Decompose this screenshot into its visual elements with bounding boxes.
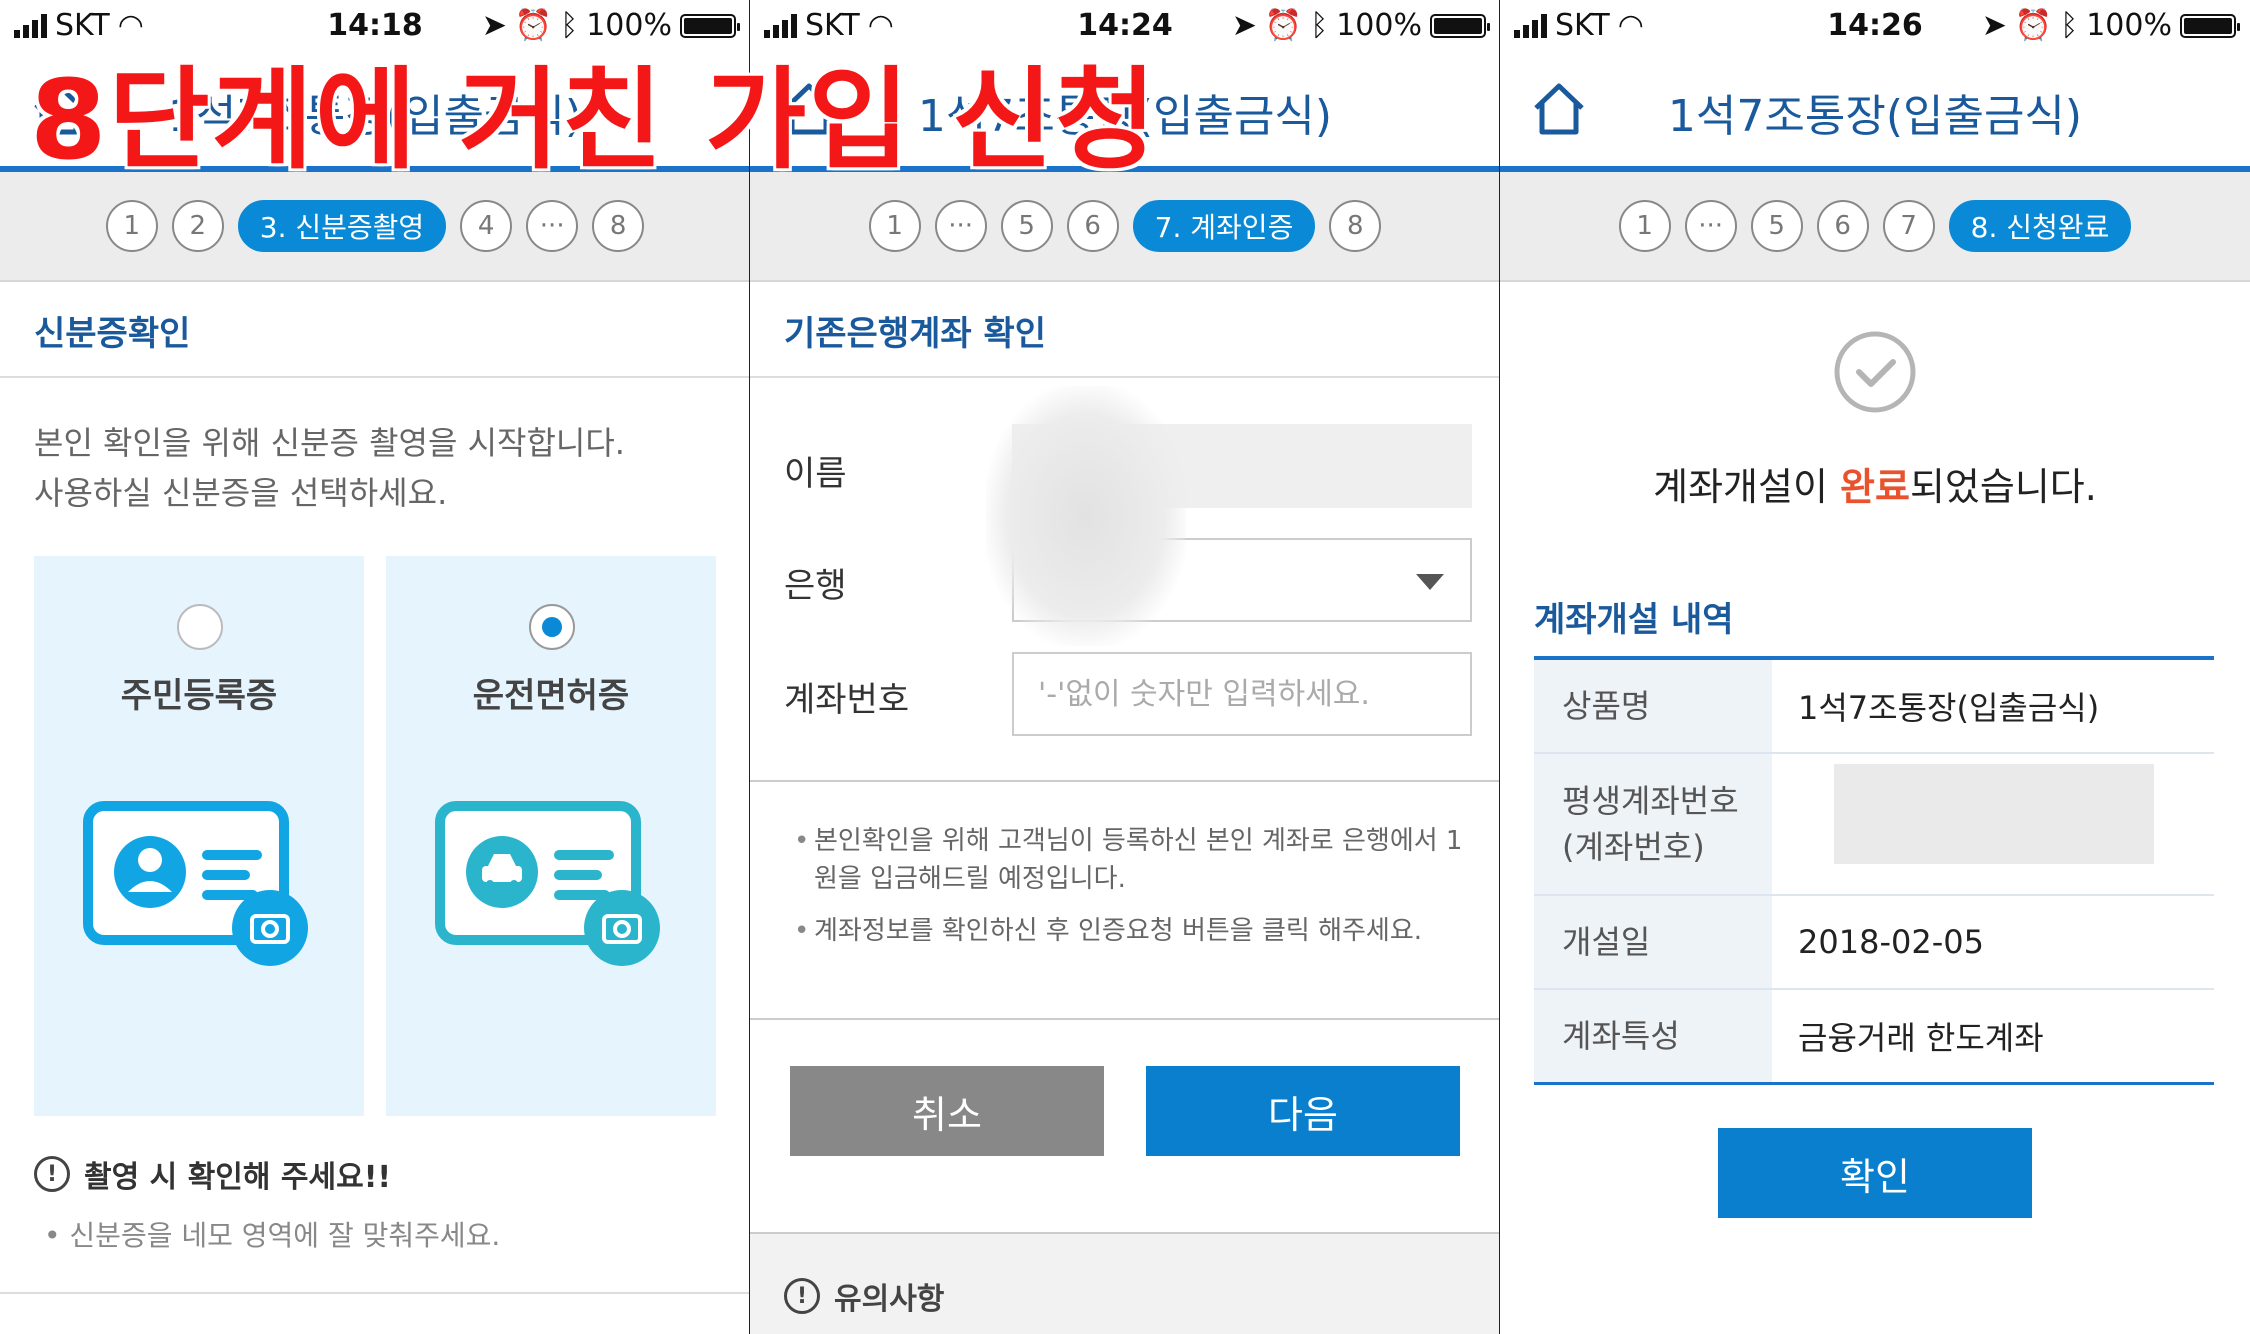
exclamation-icon: ! [784,1278,820,1314]
id-option-driver-license[interactable]: 운전면허증 [386,556,716,1116]
exclamation-icon: ! [34,1156,70,1192]
step-item: ··· [934,200,987,252]
redaction-blur [986,386,1186,646]
step-item: 8 [592,200,645,252]
battery-icon [2180,13,2240,38]
status-bar: SKT ◠ 14:26 ➤ ⏰ ᛒ 100% [1500,0,2250,52]
header: 1석7조통장(입출금식) [1500,52,2250,168]
bluetooth-icon: ᛒ [1310,8,1329,43]
completion-highlight: 완료 [1840,465,1910,509]
row-value: 금융거래 한도계좌 [1798,1019,2044,1057]
completion-message: 계좌개설이 완료되었습니다. [1500,456,2250,511]
divider [750,1018,1500,1020]
notice-item: • 신분증을 네모 영역에 잘 맞춰주세요. [44,1219,501,1252]
dropdown-arrow-icon [1416,574,1444,590]
instruction-line: 사용하실 신분증을 선택하세요. [34,474,448,512]
row-label: 개설일 [1534,896,1772,988]
step-item: 1 [1618,200,1671,252]
step-item: 2 [171,200,224,252]
step-item: 4 [460,200,513,252]
notice-title: 촬영 시 확인해 주세요!! [84,1160,392,1195]
instruction-text: 본인 확인을 위해 신분증 촬영을 시작합니다. 사용하실 신분증을 선택하세요… [34,418,625,518]
bank-label: 은행 [784,566,847,606]
id-option-resident-card[interactable]: 주민등록증 [34,556,364,1116]
completion-text: 계좌개설이 [1653,465,1841,509]
location-icon: ➤ [1981,8,2007,43]
radio-resident-card[interactable] [177,604,223,650]
step-item: 7 [1882,200,1935,252]
account-details-table: 상품명 1석7조통장(입출금식) 평생계좌번호 (계좌번호) 개설일 2018-… [1534,656,2214,1085]
info-item: 계좌정보를 확인하신 후 인증요청 버튼을 클릭 해주세요. [794,912,1474,950]
location-icon: ➤ [1231,8,1257,43]
section-title: 계좌개설 내역 [1534,600,1734,640]
row-label: 계좌특성 [1534,990,1772,1082]
id-card-person-icon [83,801,308,966]
instruction-line: 본인 확인을 위해 신분증 촬영을 시작합니다. [34,424,625,462]
step-item: 6 [1816,200,1869,252]
bottom-divider [0,1292,750,1294]
capture-notice: ! 촬영 시 확인해 주세요!! [34,1152,391,1196]
caution-label: 유의사항 [834,1282,945,1317]
row-value: 2018-02-05 [1798,923,1984,961]
table-row: 상품명 1석7조통장(입출금식) [1534,660,2214,754]
table-row: 개설일 2018-02-05 [1534,896,2214,990]
step-item: ··· [526,200,579,252]
battery-percent: 100% [2086,8,2172,43]
id-option-label: 운전면허증 [472,676,630,716]
caution-section[interactable]: ! 유의사항 [750,1232,1500,1334]
step-item: 5 [1750,200,1803,252]
info-list: 본인확인을 위해 고객님이 등록하신 본인 계좌로 은행에서 1원을 입금해드릴… [794,822,1474,964]
divider [750,780,1500,782]
alarm-icon: ⏰ [1264,8,1303,43]
screen-account-verification: SKT ◠ 14:24 ➤ ⏰ ᛒ 100% 1석7조통장(입출금식) 1 ··· 5 … [750,0,1500,1334]
completion-text: 되었습니다. [1909,465,2097,509]
id-option-label: 주민등록증 [120,676,278,716]
row-label: 상품명 [1534,660,1772,752]
step-item: 1 [105,200,158,252]
step-item-active: 8. 신청완료 [1948,200,2132,252]
section-title: 기존은행계좌 확인 [784,314,1047,354]
account-label: 계좌번호 [784,680,910,720]
battery-percent: 100% [1336,8,1422,43]
page-title: 1석7조통장(입출금식) [1667,91,2083,142]
confirm-button[interactable]: 확인 [1718,1128,2032,1218]
row-label: 평생계좌번호 (계좌번호) [1534,754,1772,894]
step-indicator: 1 ··· 5 6 7 8. 신청완료 [1500,172,2250,282]
step-item-active: 3. 신분증촬영 [237,200,447,252]
step-item: 6 [1066,200,1119,252]
step-item-active: 7. 계좌인증 [1132,200,1316,252]
step-item: 5 [1000,200,1053,252]
section-title: 신분증확인 [34,314,191,354]
battery-icon [1430,13,1490,38]
row-value: 1석7조통장(입출금식) [1798,689,2100,727]
step-item: 1 [868,200,921,252]
table-row: 평생계좌번호 (계좌번호) [1534,754,2214,896]
table-row: 계좌특성 금융거래 한도계좌 [1534,990,2214,1082]
section-divider [750,376,1500,378]
cancel-button[interactable]: 취소 [790,1066,1104,1156]
account-number-redacted [1834,764,2154,864]
overlay-banner: 8단계에 거친 가입 신청 [30,56,1159,184]
step-item: 8 [1329,200,1382,252]
step-item: ··· [1684,200,1737,252]
bluetooth-icon: ᛒ [2060,8,2079,43]
check-circle-icon [1834,331,1916,413]
id-card-car-icon [435,801,660,966]
notice-item-text: 신분증을 네모 영역에 잘 맞춰주세요. [69,1219,501,1252]
name-label: 이름 [784,454,847,494]
alarm-icon: ⏰ [2014,8,2053,43]
section-divider [0,376,750,378]
account-number-input[interactable] [1012,652,1472,736]
screen-application-complete: SKT ◠ 14:26 ➤ ⏰ ᛒ 100% 1석7조통장(입출금식) 1 ··· 5 … [1500,0,2250,1334]
info-item: 본인확인을 위해 고객님이 등록하신 본인 계좌로 은행에서 1원을 입금해드릴… [794,822,1474,898]
radio-driver-license[interactable] [529,604,575,650]
next-button[interactable]: 다음 [1146,1066,1460,1156]
screen-id-verification: SKT ◠ 14:18 ➤ ⏰ ᛒ 100% 1석7조통장(입출금식) 1 2 3. 신… [0,0,750,1334]
